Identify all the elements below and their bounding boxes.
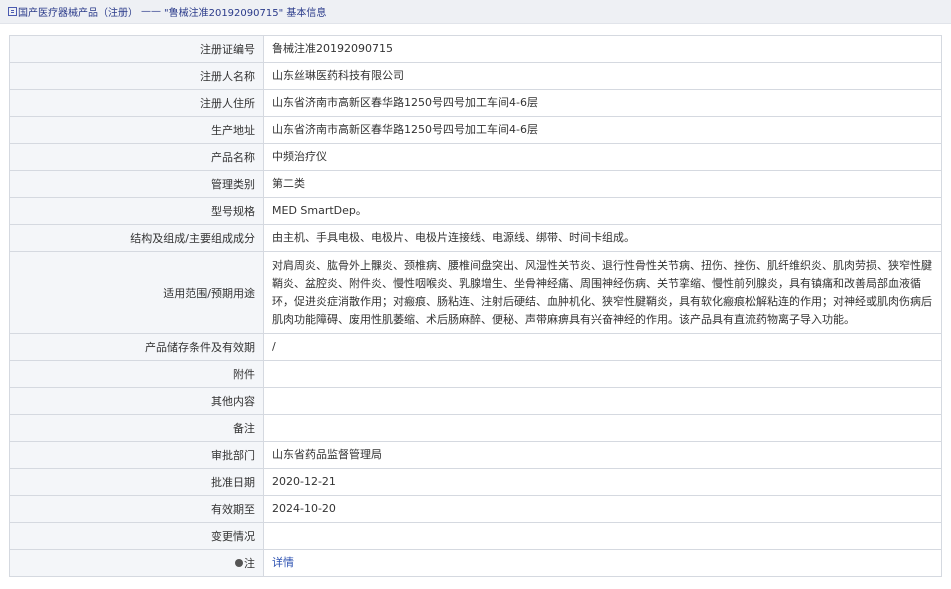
row-label-structure: 结构及组成/主要组成成分 [9,224,264,252]
row-value-management-category: 第二类 [263,170,942,198]
row-value-valid-until: 2024-10-20 [263,495,942,523]
row-label-model-spec: 型号规格 [9,197,264,225]
row-label-production-address: 生产地址 [9,116,264,144]
row-value-registration-number: 鲁械注准20192090715 [263,35,942,63]
table-row: 变更情况 [9,522,942,550]
table-row: 生产地址 山东省济南市高新区春华路1250号四号加工车间4-6层 [9,116,942,144]
row-label-registration-number: 注册证编号 [9,35,264,63]
row-label-attachment: 附件 [9,360,264,388]
row-value-storage: / [263,333,942,361]
table-row: 产品储存条件及有效期 / [9,333,942,361]
details-link[interactable]: 详情 [272,556,294,569]
row-label-storage: 产品储存条件及有效期 [9,333,264,361]
table-row: 附件 [9,360,942,388]
table-row: 注册人名称 山东丝琳医药科技有限公司 [9,62,942,90]
row-value-registrant-name: 山东丝琳医药科技有限公司 [263,62,942,90]
row-value-product-name: 中频治疗仪 [263,143,942,171]
row-value-attachment [263,360,942,388]
row-label-approval-dept: 审批部门 [9,441,264,469]
row-label-changes: 变更情况 [9,522,264,550]
table-row: 型号规格 MED SmartDep。 [9,197,942,225]
row-value-structure: 由主机、手具电极、电极片、电极片连接线、电源线、绑带、时间卡组成。 [263,224,942,252]
row-value-model-spec: MED SmartDep。 [263,197,942,225]
row-value-registrant-address: 山东省济南市高新区春华路1250号四号加工车间4-6层 [263,89,942,117]
row-label-note: 注 [9,549,264,577]
row-label-scope: 适用范围/预期用途 [9,251,264,334]
breadcrumb-current: "鲁械注准20192090715" 基本信息 [164,8,327,19]
row-label-product-name: 产品名称 [9,143,264,171]
row-value-other [263,387,942,415]
table-row: 其他内容 [9,387,942,415]
breadcrumb-root-link[interactable]: 国产医疗器械产品（注册） [18,4,138,19]
row-value-note: 详情 [263,549,942,577]
table-row: 备注 [9,414,942,442]
table-row: 有效期至 2024-10-20 [9,495,942,523]
row-label-management-category: 管理类别 [9,170,264,198]
row-value-approval-dept: 山东省药品监督管理局 [263,441,942,469]
breadcrumb: 国产医疗器械产品（注册） —— "鲁械注准20192090715" 基本信息 [0,0,951,24]
row-value-approval-date: 2020-12-21 [263,468,942,496]
basic-info-table: 注册证编号 鲁械注准20192090715 注册人名称 山东丝琳医药科技有限公司… [9,35,942,577]
row-value-scope: 对肩周炎、肱骨外上髁炎、颈椎病、腰椎间盘突出、风湿性关节炎、退行性骨性关节病、扭… [263,251,942,334]
document-icon [8,7,17,16]
row-label-approval-date: 批准日期 [9,468,264,496]
row-label-remarks: 备注 [9,414,264,442]
row-value-production-address: 山东省济南市高新区春华路1250号四号加工车间4-6层 [263,116,942,144]
row-label-other: 其他内容 [9,387,264,415]
row-label-registrant-address: 注册人住所 [9,89,264,117]
table-row: 产品名称 中频治疗仪 [9,143,942,171]
breadcrumb-separator: —— [141,6,161,17]
row-label-registrant-name: 注册人名称 [9,62,264,90]
table-row: 管理类别 第二类 [9,170,942,198]
table-row: 批准日期 2020-12-21 [9,468,942,496]
table-row: 结构及组成/主要组成成分 由主机、手具电极、电极片、电极片连接线、电源线、绑带、… [9,224,942,252]
table-row: 适用范围/预期用途 对肩周炎、肱骨外上髁炎、颈椎病、腰椎间盘突出、风湿性关节炎、… [9,251,942,334]
note-label-text: 注 [244,557,255,570]
row-value-changes [263,522,942,550]
table-row: 审批部门 山东省药品监督管理局 [9,441,942,469]
table-row: 注册人住所 山东省济南市高新区春华路1250号四号加工车间4-6层 [9,89,942,117]
row-value-remarks [263,414,942,442]
row-label-valid-until: 有效期至 [9,495,264,523]
table-row: 注册证编号 鲁械注准20192090715 [9,35,942,63]
table-row: 注 详情 [9,549,942,577]
info-dot-icon [235,559,243,567]
